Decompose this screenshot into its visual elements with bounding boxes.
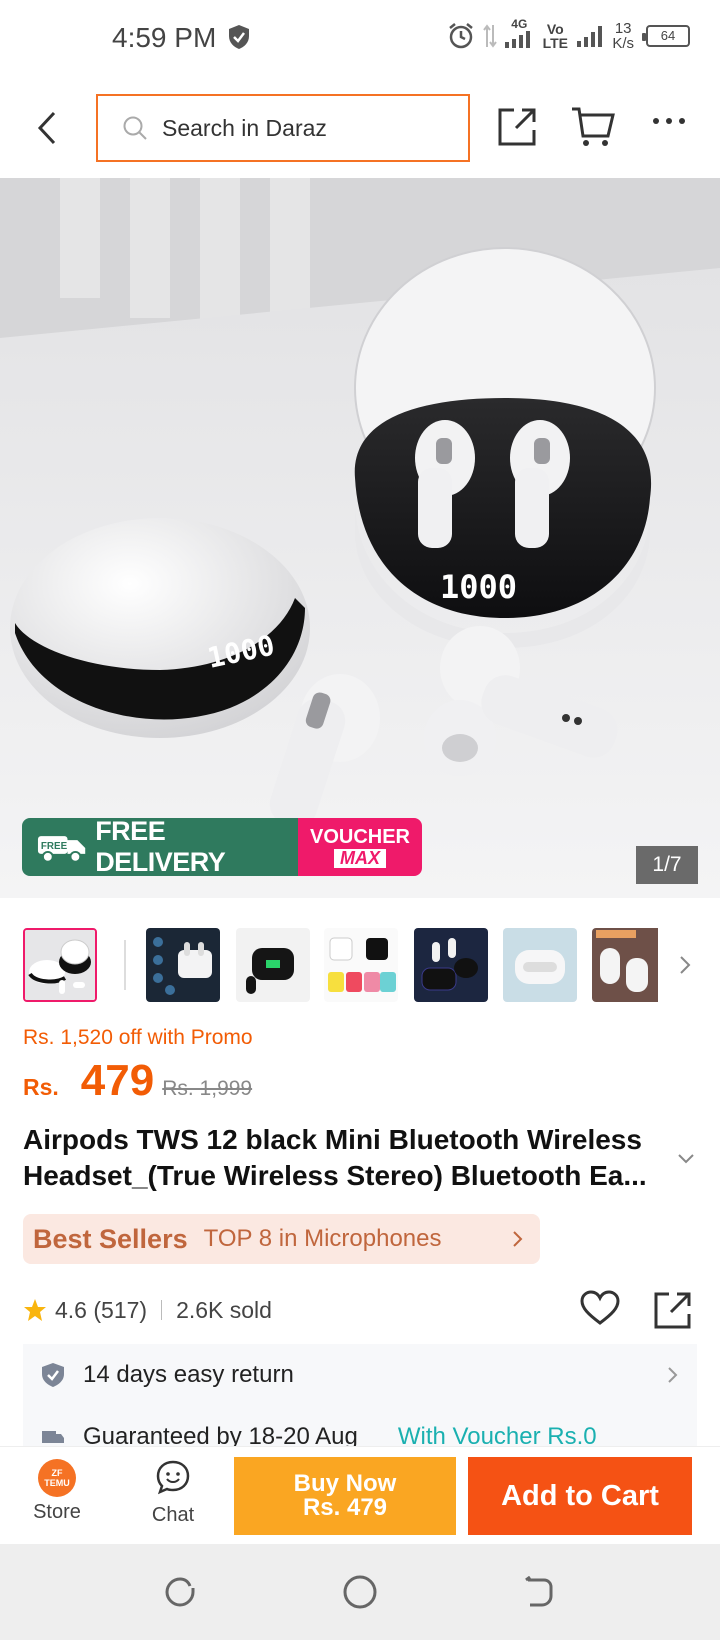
home-icon[interactable] [342, 1574, 378, 1610]
divider [161, 1300, 163, 1320]
product-title[interactable]: Airpods TWS 12 black Mini Bluetooth Wire… [23, 1122, 663, 1194]
chat-icon [156, 1460, 190, 1495]
buy-now-price: Rs. 479 [302, 1494, 388, 1521]
voucher-max-badge: VOUCHER MAX [298, 818, 422, 876]
product-page: 4:59 PM 4G Vo LTE 13 K/s 64 Search in Dar… [0, 0, 720, 1640]
thumbnail-6[interactable] [503, 928, 577, 1002]
buy-now-button[interactable]: Buy Now Rs. 479 [234, 1457, 456, 1535]
price-currency: Rs. [23, 1074, 59, 1100]
search-placeholder: Search in Daraz [162, 114, 327, 141]
search-icon [123, 116, 147, 140]
store-label: Store [33, 1501, 81, 1523]
promo-text[interactable]: Rs. 1,520 off with Promo [23, 1026, 253, 1050]
add-to-cart-button[interactable]: Add to Cart [468, 1457, 692, 1535]
shield-icon [229, 25, 249, 49]
price-row: Rs. 479 Rs. 1,999 [23, 1056, 252, 1106]
chevron-right-icon[interactable] [678, 954, 692, 976]
chevron-right-icon [513, 1231, 523, 1247]
chat-label: Chat [151, 1504, 195, 1526]
status-icons: 4G Vo LTE 13 K/s 64 [446, 18, 690, 53]
star-icon [24, 1299, 46, 1321]
price-value: 479 [80, 1056, 155, 1105]
data-arrows-icon [483, 23, 498, 48]
voucher-text: With Voucher Rs.0 [397, 1423, 597, 1448]
thumbnail-divider [124, 940, 126, 990]
voucher-line2: MAX [334, 848, 386, 868]
search-input[interactable]: Search in Daraz [96, 94, 470, 162]
chevron-down-icon[interactable] [676, 1152, 696, 1164]
rating-row: 4.6 (517) 2.6K sold [23, 1290, 703, 1330]
battery-icon: 64 [642, 24, 690, 47]
chevron-right-icon [668, 1367, 678, 1383]
cart-icon[interactable] [570, 104, 616, 148]
thumbnail-1[interactable] [23, 928, 97, 1002]
thumbnail-strip [0, 926, 720, 1006]
chat-button[interactable]: Chat [144, 1459, 202, 1527]
back-icon[interactable] [522, 1576, 554, 1608]
delivery-guarantee-text: Guaranteed by 18-20 Aug [83, 1423, 358, 1448]
best-sellers-rank: TOP 8 in Microphones [203, 1225, 442, 1252]
net-speed: 13 K/s [612, 19, 634, 52]
share-icon[interactable] [496, 106, 538, 148]
signal-icon [505, 31, 531, 48]
buy-now-label: Buy Now [293, 1470, 397, 1497]
thumbnail-3[interactable] [236, 928, 310, 1002]
header: Search in Daraz [0, 80, 720, 178]
status-time: 4:59 PM [112, 22, 217, 53]
image-counter: 1/7 [636, 846, 698, 884]
best-sellers-banner[interactable]: Best Sellers TOP 8 in Microphones [23, 1214, 540, 1264]
svg-text:FREE: FREE [41, 841, 68, 852]
best-sellers-label: Best Sellers [33, 1223, 188, 1254]
store-button[interactable]: ZF TEMU Store [28, 1459, 86, 1524]
bottom-action-bar: ZF TEMU Store Chat Buy Now Rs. 479 Add t… [0, 1446, 720, 1544]
original-price: Rs. 1,999 [162, 1077, 253, 1100]
service-section: 14 days easy return Guaranteed by 18-20 … [23, 1344, 697, 1448]
recent-apps-icon[interactable] [164, 1576, 196, 1608]
volte-label: Vo LTE [542, 20, 569, 51]
return-policy-text: 14 days easy return [83, 1361, 294, 1388]
status-bar: 4:59 PM 4G Vo LTE 13 K/s 64 [0, 0, 720, 80]
rating-value[interactable]: 4.6 (517) [55, 1297, 147, 1324]
product-image-carousel[interactable]: 1000 1000 FREE FREE DELIVERY VOUCHER MAX… [0, 178, 720, 898]
sold-count: 2.6K sold [176, 1296, 272, 1323]
free-delivery-badge: FREE FREE DELIVERY [22, 816, 299, 877]
heart-icon[interactable] [580, 1290, 620, 1326]
network-type: 4G [504, 18, 534, 53]
free-delivery-text: FREE DELIVERY [95, 816, 226, 877]
delivery-icon [42, 1431, 64, 1443]
signal-icon-2 [577, 25, 603, 47]
share-icon[interactable] [653, 1290, 693, 1330]
return-policy-row[interactable]: 14 days easy return [23, 1350, 697, 1400]
voucher-line1: VOUCHER [309, 825, 410, 848]
alarm-icon [449, 22, 474, 48]
store-logo: ZF TEMU [38, 1459, 76, 1497]
more-options-icon[interactable] [652, 116, 686, 126]
thumbnail-5[interactable] [414, 928, 488, 1002]
thumbnail-2[interactable] [146, 928, 220, 1002]
delivery-truck-icon: FREE [37, 836, 86, 863]
svg-text:1000: 1000 [440, 568, 517, 606]
thumbnail-7[interactable] [592, 928, 666, 1002]
system-nav-bar [0, 1544, 720, 1640]
back-arrow-icon[interactable] [36, 110, 58, 146]
delivery-guarantee-row[interactable]: Guaranteed by 18-20 Aug With Voucher Rs.… [23, 1412, 697, 1448]
shield-check-icon [42, 1363, 64, 1387]
thumbnail-4[interactable] [324, 928, 398, 1002]
product-photo: 1000 1000 [0, 178, 720, 898]
